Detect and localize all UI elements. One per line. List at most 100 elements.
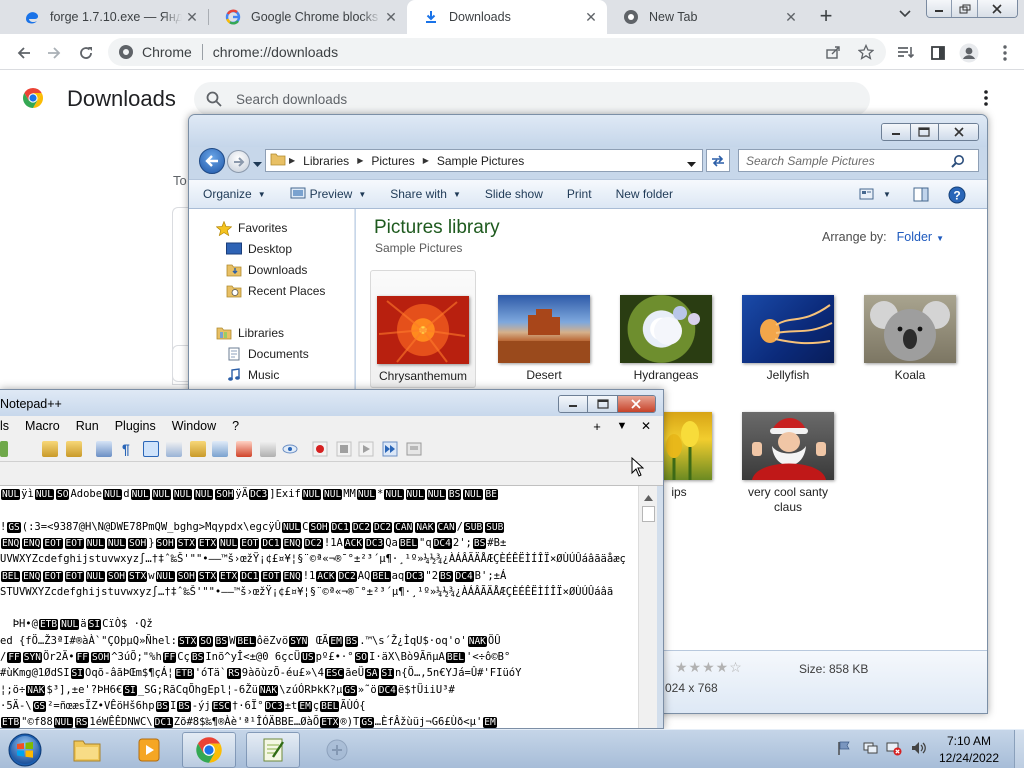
- taskbar-notepad-plus-plus[interactable]: [246, 732, 300, 768]
- taskbar-inactive-app[interactable]: [310, 732, 364, 768]
- thumbnail-hydrangeas[interactable]: Hydrangeas: [613, 295, 719, 383]
- site-chip[interactable]: Chrome: [108, 44, 213, 60]
- editor-vertical-scrollbar[interactable]: [638, 486, 657, 728]
- nav-libraries[interactable]: Libraries: [216, 326, 284, 340]
- downloads-search[interactable]: [194, 82, 870, 116]
- address-dropdown-icon[interactable]: [687, 157, 696, 171]
- minimize-button[interactable]: [559, 396, 589, 412]
- share-with-button[interactable]: Share with ▼: [378, 187, 473, 201]
- tab-new-tab[interactable]: New Tab ✕: [607, 0, 807, 34]
- editor-line[interactable]: ETB "©f88 NUL RS 1éWÊÊDNWC\ DC1 Zõ#8$‰¶®Àè'ª¹Î…: [0, 715, 498, 728]
- editor-line[interactable]: ¦;ö÷ NAK $³],±e'?ÞH6€ SI _SG;RãCqÕhgEpl¦-6Žü…: [0, 683, 455, 698]
- breadcrumb-separator[interactable]: ▶: [420, 156, 432, 165]
- arrange-by-value[interactable]: Folder: [897, 230, 932, 244]
- taskbar-clock[interactable]: 7:10 AM 12/24/2022: [926, 733, 1012, 767]
- explorer-search-box[interactable]: [738, 149, 979, 172]
- breadcrumb-separator[interactable]: ▶: [286, 156, 298, 165]
- nav-favorites[interactable]: Favorites: [215, 220, 287, 237]
- menu-plugins[interactable]: Plugins: [107, 419, 164, 433]
- close-tab-icon[interactable]: ✕: [182, 7, 202, 27]
- doc-map-icon[interactable]: [190, 441, 206, 457]
- nav-music[interactable]: Music: [226, 368, 279, 382]
- search-downloads-input[interactable]: [236, 91, 836, 107]
- editor-line[interactable]: NUL ÿì NUL SO Adobe NUL d NUL NUL NUL NUL SOH ÿÄ DC3]…: [0, 487, 499, 502]
- editor-line[interactable]: ·5Ä-\ GS ²=ñœæsÏZ•VÊöHš6hp BS I BS -ýj ESC †·6Ï°…: [0, 699, 366, 714]
- function-list-icon[interactable]: [212, 441, 228, 457]
- new-tab-button[interactable]: +: [814, 5, 838, 29]
- explorer-search-input[interactable]: [739, 153, 951, 168]
- menu-macro[interactable]: Macro: [17, 419, 68, 433]
- editor-line[interactable]: #ùKmg@1ØdSI SI Oqõ-âãÞŒm$¶çÁ¦ ETB'óTä` RS 9àõ…: [0, 666, 521, 681]
- breadcrumb-separator[interactable]: ▶: [354, 156, 366, 165]
- folder-as-workspace-icon[interactable]: [236, 441, 252, 457]
- rating-stars[interactable]: ★★★★☆: [675, 659, 743, 676]
- editor-line[interactable]: ! GS (:3=<9387@H\N@DWE78PmQW_bghg>Mqypdx\e…: [0, 520, 505, 535]
- add-tab-icon[interactable]: +: [588, 416, 606, 436]
- notepad-editor[interactable]: NUL ÿì NUL SO Adobe NUL d NUL NUL NUL NUL SOH ÿÄ DC3]…: [0, 486, 644, 728]
- reload-button[interactable]: [74, 41, 98, 65]
- recent-pages-chevron-icon[interactable]: [253, 157, 262, 171]
- thumbnail-koala[interactable]: Koala: [857, 295, 963, 383]
- breadcrumb-pictures[interactable]: Pictures: [366, 154, 419, 168]
- editor-line[interactable]: BEL ENQ EOT EOT NUL SOH STX w NUL SOH STX ETX DC1 EOT…: [0, 569, 506, 584]
- close-document-icon[interactable]: ✕: [637, 416, 655, 436]
- search-icon[interactable]: [951, 154, 965, 168]
- side-panel-icon[interactable]: [928, 43, 948, 63]
- explorer-titlebar[interactable]: [189, 115, 987, 147]
- close-window-button[interactable]: [977, 0, 1017, 17]
- chrome-menu-icon[interactable]: [995, 43, 1015, 63]
- reading-list-icon[interactable]: [896, 43, 916, 63]
- save-macro-icon[interactable]: [406, 441, 422, 457]
- back-button[interactable]: [12, 41, 36, 65]
- record-macro-icon[interactable]: [312, 441, 328, 457]
- omnibox[interactable]: Chrome chrome://downloads: [108, 38, 886, 66]
- organize-button[interactable]: Organize ▼: [189, 187, 278, 201]
- copy-icon[interactable]: [66, 441, 82, 457]
- wrap-icon[interactable]: [96, 441, 112, 457]
- share-icon[interactable]: [825, 44, 841, 60]
- back-button[interactable]: [199, 148, 225, 174]
- run-macro-multiple-icon[interactable]: [382, 441, 398, 457]
- change-view-button[interactable]: ▼: [859, 187, 891, 201]
- play-macro-icon[interactable]: [358, 441, 374, 457]
- start-button[interactable]: [2, 731, 48, 768]
- slide-show-button[interactable]: Slide show: [473, 187, 555, 201]
- nav-downloads[interactable]: Downloads: [226, 263, 307, 277]
- nav-desktop[interactable]: Desktop: [226, 242, 292, 256]
- action-center-flag-icon[interactable]: [836, 740, 852, 759]
- menu-tools[interactable]: ls: [0, 419, 17, 433]
- close-tab-icon[interactable]: ✕: [381, 7, 401, 27]
- thumbnail-very-cool-santy-claus[interactable]: very cool santy claus: [735, 412, 841, 515]
- forward-button[interactable]: [227, 150, 250, 173]
- indent-guide-icon[interactable]: [143, 441, 159, 457]
- minimize-button[interactable]: [882, 124, 911, 140]
- tab-search-chevron-icon[interactable]: [894, 6, 916, 28]
- tab-forge[interactable]: forge 1.7.10.exe — Яндекс ✕: [8, 0, 208, 34]
- editor-line[interactable]: / FF SYN Ör2Ä• FF SOH ^3úÕ;"%h FF Cç BS Inõ^yÎ<±@0…: [0, 650, 510, 665]
- network-icon[interactable]: [862, 740, 878, 759]
- close-window-button[interactable]: [617, 396, 655, 412]
- menu-help[interactable]: ?: [224, 419, 247, 433]
- pilcrow-icon[interactable]: ¶: [122, 441, 138, 457]
- toolbar-icon[interactable]: [0, 441, 8, 457]
- help-button[interactable]: ?: [948, 186, 966, 207]
- bookmark-star-icon[interactable]: [857, 43, 875, 60]
- show-desktop-button[interactable]: [1014, 730, 1024, 768]
- editor-line[interactable]: STUVWXYZcdefghijstuvwxyz∫…†‡ˆ‰Š'""•–—™š›…: [0, 585, 613, 600]
- scroll-up-arrow-icon[interactable]: [644, 490, 653, 504]
- thumbnail-jellyfish[interactable]: Jellyfish: [735, 295, 841, 383]
- refresh-button[interactable]: [706, 149, 730, 172]
- thumbnail-chrysanthemum[interactable]: Chrysanthemum: [370, 270, 476, 388]
- stop-macro-icon[interactable]: [336, 441, 352, 457]
- editor-line[interactable]: ed {fÖ…Ž3ªI#®àÀ`"ÇOþµQ»Ñhel: STX SO BS W BEL ô…: [0, 634, 501, 649]
- close-window-button[interactable]: [939, 124, 978, 140]
- eye-icon[interactable]: [282, 441, 298, 457]
- close-tab-icon[interactable]: ✕: [581, 7, 601, 27]
- breadcrumb-libraries[interactable]: Libraries: [298, 154, 354, 168]
- tab-list-icon[interactable]: ▼: [613, 416, 631, 436]
- menu-run[interactable]: Run: [68, 419, 107, 433]
- taskbar-explorer[interactable]: [60, 732, 114, 768]
- preview-pane-button[interactable]: [913, 187, 929, 205]
- preview-button[interactable]: Preview ▼: [278, 187, 379, 202]
- nav-recent-places[interactable]: Recent Places: [226, 284, 325, 298]
